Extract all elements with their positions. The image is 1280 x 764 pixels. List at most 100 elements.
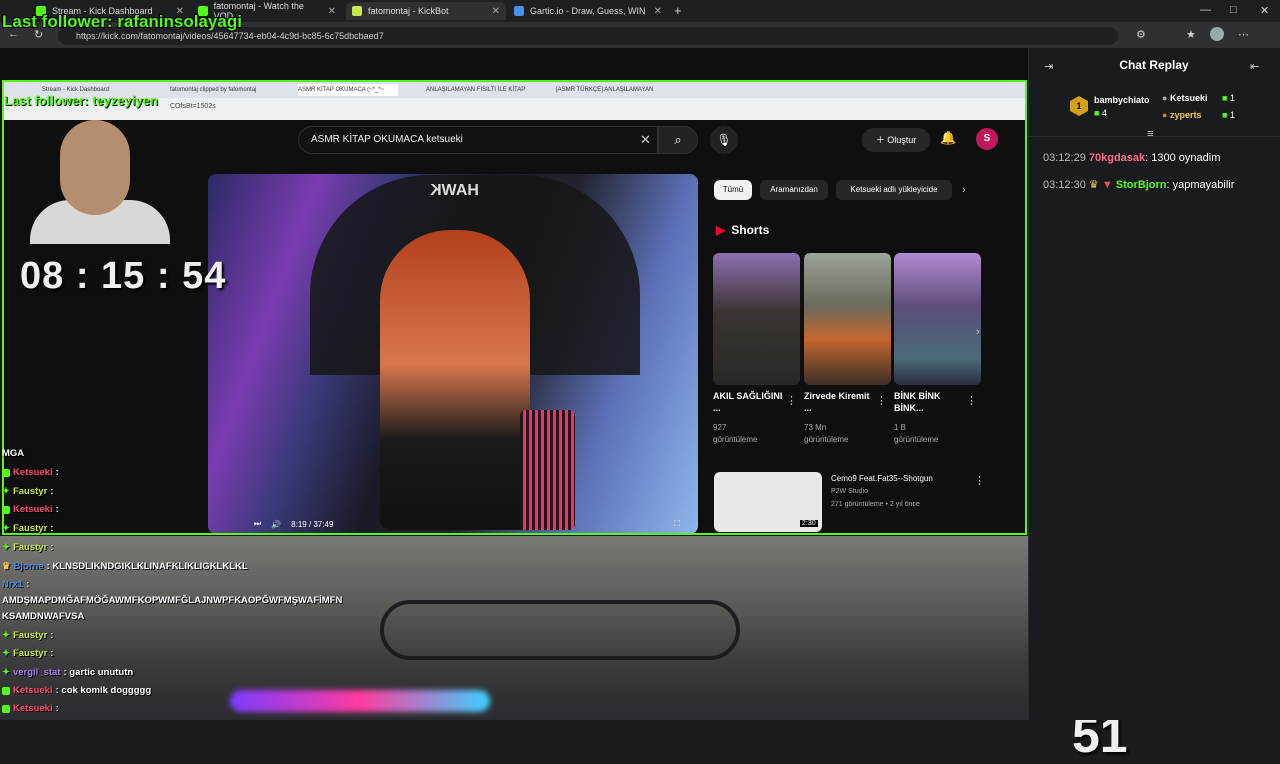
chat-line: ✦ Faustyr:	[2, 648, 53, 659]
chat-line: ✦ Faustyr:	[2, 486, 53, 497]
chat-text: : gartic unututn	[63, 667, 134, 678]
leader-count: ■ 4	[1094, 108, 1107, 118]
chat-line: AMDŞMAPDMĞAFMÖĞAWMFKOPWMFĞLAJNWPFKAOPĞWF…	[2, 595, 342, 606]
last-follower-banner: Last follower: rafaninsolayagi	[2, 12, 242, 31]
badge-icon	[2, 505, 10, 514]
profile-avatar[interactable]	[1210, 27, 1224, 41]
chat-line: ♛ Bjorne: KLNSDLIKNDGIKLKLINAFKLIKLIGKLKL…	[2, 561, 248, 572]
close-icon[interactable]: ✕	[492, 6, 500, 17]
replay-message: 03:12:29 70kgdasak: 1300 oynadim	[1043, 152, 1221, 164]
close-icon[interactable]: ✕	[654, 6, 662, 17]
tab-title: fatomontaj - KickBot	[368, 6, 449, 16]
popout-icon[interactable]: ⇤	[1250, 60, 1259, 73]
close-window-icon[interactable]: ✕	[1260, 4, 1269, 17]
chat-line: Ketsueki:	[2, 467, 59, 478]
chat-line: ✦ vergil_stat: gartic unututn	[2, 667, 133, 678]
expand-leaderboard-icon[interactable]: ≡	[1147, 128, 1153, 140]
chat-user: Nrx1	[2, 579, 24, 590]
gartic-icon	[514, 6, 524, 16]
message-user[interactable]: 70kgdasak	[1089, 152, 1145, 164]
diamond-icon: ✦	[2, 648, 10, 659]
gift-icon: ■	[1222, 93, 1230, 103]
chat-line: ✦ Faustyr:	[2, 630, 53, 641]
glasses	[380, 600, 740, 660]
chat-text: :	[55, 703, 59, 714]
message-user[interactable]: StorBjorn	[1116, 179, 1167, 191]
message-time: 03:12:29	[1043, 152, 1086, 164]
chat-user: Ketsueki	[13, 467, 53, 478]
rgb-light	[230, 690, 490, 712]
message-text: 1300 oynadim	[1151, 152, 1221, 164]
diamond-icon: ✦	[2, 667, 10, 678]
chat-text: :	[55, 467, 59, 478]
chat-line: ✦ Faustyr:	[2, 542, 53, 553]
chat-user: Ketsueki	[13, 504, 53, 515]
chat-text: :	[50, 523, 54, 534]
stream-timer: 08 : 15 : 54	[20, 255, 227, 297]
chat-text: :	[50, 486, 54, 497]
count: 4	[1101, 108, 1107, 118]
chat-user: Faustyr	[12, 523, 48, 534]
badge-icon	[2, 704, 10, 713]
chat-user: Faustyr	[12, 486, 48, 497]
minimize-icon[interactable]: —	[1200, 4, 1211, 16]
gift-icon: ■	[1222, 110, 1230, 120]
inner-last-follower: Last follower: teyzeyiyen	[4, 93, 158, 108]
rank3-icon: ●	[1162, 110, 1170, 120]
chat-user: Faustyr	[12, 648, 48, 659]
count: 1	[1229, 93, 1235, 103]
diamond-icon: ✦	[2, 542, 10, 553]
chat-replay-panel	[1028, 48, 1280, 720]
kickbot-icon	[352, 6, 362, 16]
chat-text: : cok komik doggggg	[55, 685, 152, 696]
chat-user: vergil_stat	[12, 667, 61, 678]
chat-text: :	[50, 630, 54, 641]
diamond-icon: ✦	[2, 523, 10, 534]
chat-text: : KLNSDLIKNDGIKLKLINAFKLIKLIGKLKLKL	[46, 561, 248, 572]
leader-name[interactable]: bambychiato	[1094, 95, 1150, 105]
crown-icon: ♛	[2, 561, 11, 572]
cup-badge-icon: ▼	[1101, 179, 1113, 191]
name: zyperts	[1169, 110, 1202, 120]
badge-icon	[2, 468, 10, 477]
chat-user: Bjorne	[13, 561, 44, 572]
chat-line: Ketsueki:	[2, 504, 59, 515]
chat-line: ✦ Faustyr:	[2, 523, 53, 534]
chat-replay-title: Chat Replay	[1119, 58, 1189, 72]
new-tab-icon[interactable]: +	[674, 3, 682, 18]
chat-user: MGA	[2, 448, 25, 459]
chat-text: :	[55, 504, 59, 515]
chat-user: Ketsueki	[13, 703, 53, 714]
chat-user: Faustyr	[12, 542, 48, 553]
gift-icon: ■	[1094, 108, 1102, 118]
chat-line: KSAMDNWAFVSA	[2, 611, 84, 622]
favorites-icon[interactable]: ★	[1186, 28, 1196, 41]
chat-text: :	[50, 542, 54, 553]
extension-icon[interactable]: ⚙	[1136, 28, 1146, 41]
maximize-icon[interactable]: □	[1230, 4, 1237, 16]
browser-tab-active[interactable]: fatomontaj - KickBot ✕	[346, 2, 506, 20]
chat-line: Nrx1:	[2, 579, 29, 590]
chat-text: KSAMDNWAFVSA	[2, 611, 85, 622]
chat-line: MGA	[2, 448, 24, 459]
diamond-icon: ✦	[2, 486, 10, 497]
chat-line: Ketsueki:	[2, 703, 59, 714]
chat-user: Ketsueki	[13, 685, 53, 696]
chat-text: :	[26, 579, 30, 590]
replay-message: 03:12:30 ♛ ▼ StorBjorn: yapmayabilir	[1043, 179, 1235, 191]
leader-count: ■ 1	[1222, 110, 1235, 120]
chat-text: :	[50, 648, 54, 659]
badge-icon	[2, 686, 10, 695]
rank2-icon: ●	[1162, 93, 1170, 103]
browser-tab[interactable]: Gartic.io - Draw, Guess, WIN ✕	[508, 2, 668, 20]
leader-name[interactable]: ● zyperts	[1162, 110, 1201, 120]
menu-dots-icon[interactable]: ⋯	[1238, 28, 1249, 41]
leader-count: ■ 1	[1222, 93, 1235, 103]
count: 1	[1229, 110, 1235, 120]
chat-user: Faustyr	[12, 630, 48, 641]
webcam-face	[60, 120, 130, 215]
close-icon[interactable]: ✕	[328, 6, 336, 17]
chat-line: Ketsueki: cok komik doggggg	[2, 685, 151, 696]
message-text: yapmayabilir	[1172, 179, 1235, 191]
leader-name[interactable]: ● Ketsueki	[1162, 93, 1207, 103]
